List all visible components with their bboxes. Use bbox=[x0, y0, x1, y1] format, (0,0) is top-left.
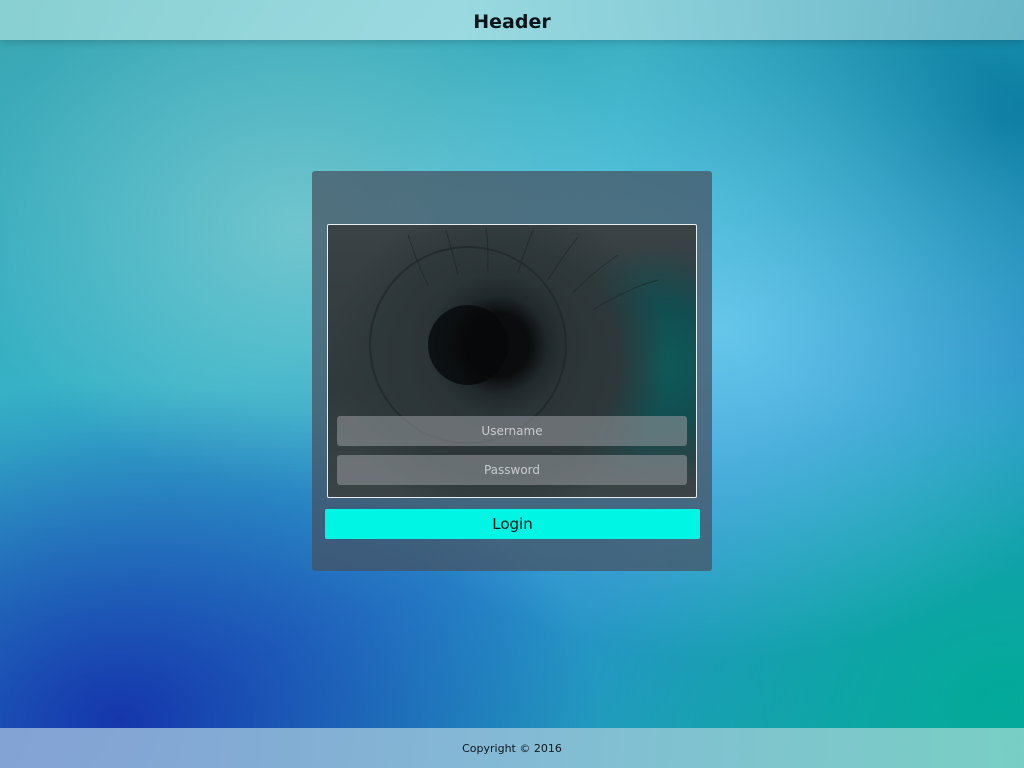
page-footer: Copyright © 2016 bbox=[0, 728, 1024, 768]
header-title: Header bbox=[473, 11, 551, 33]
login-panel: Login bbox=[312, 171, 712, 571]
login-button[interactable]: Login bbox=[325, 509, 700, 539]
username-input[interactable] bbox=[337, 416, 687, 446]
password-input[interactable] bbox=[337, 455, 687, 485]
eye-photo-image bbox=[327, 224, 697, 498]
copyright-text: Copyright © 2016 bbox=[462, 742, 562, 755]
page-header: Header bbox=[0, 0, 1024, 40]
